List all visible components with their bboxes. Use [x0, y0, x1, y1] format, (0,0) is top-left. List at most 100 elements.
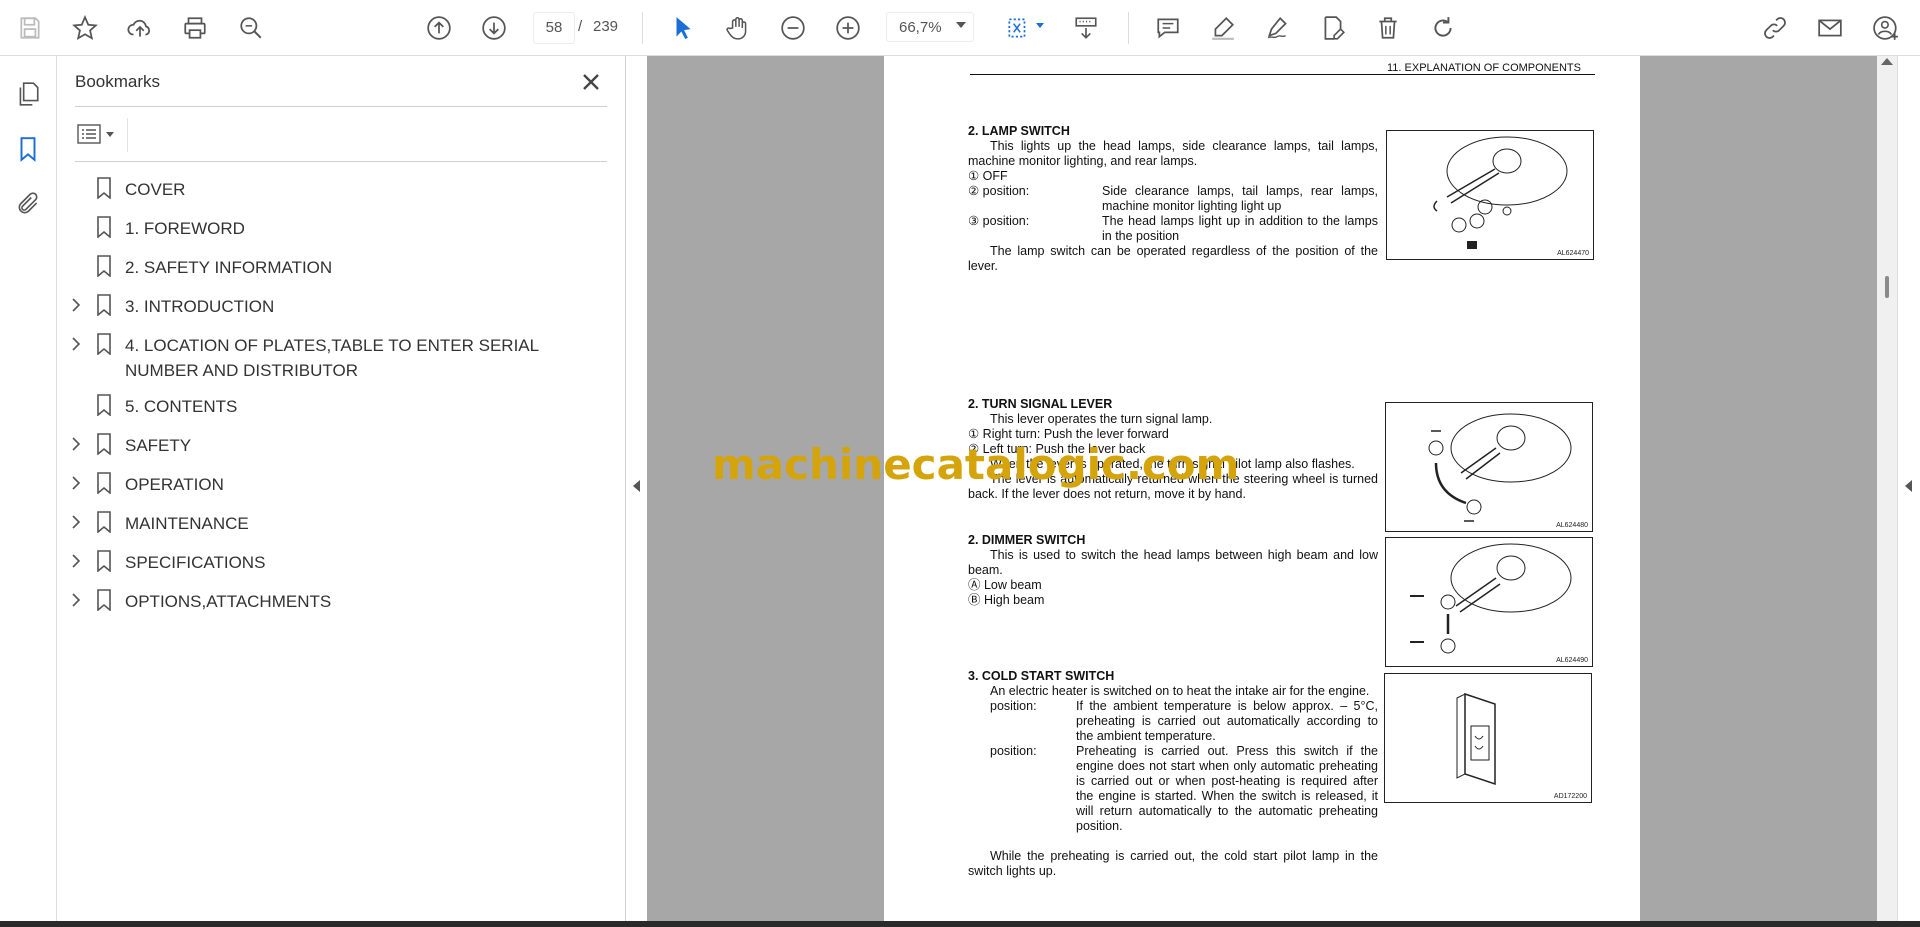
- collapse-left-panel-icon[interactable]: [633, 480, 640, 492]
- bookmark-icon: [95, 333, 113, 356]
- bookmark-options-button[interactable]: [77, 120, 123, 148]
- email-icon[interactable]: [1812, 10, 1848, 46]
- zoom-search-icon[interactable]: [233, 10, 269, 46]
- chevron-right-icon[interactable]: [69, 513, 83, 531]
- toolbar: 58 / 239 66,7%: [0, 0, 1920, 56]
- fit-page-icon[interactable]: [1000, 10, 1036, 46]
- figure-code: AL624480: [1556, 522, 1588, 529]
- toolbar-divider: [1128, 12, 1129, 44]
- chevron-down-icon[interactable]: [956, 22, 966, 28]
- figure-code: AL624490: [1556, 657, 1588, 664]
- divider: [127, 118, 128, 152]
- list-item-text: Preheating is carried out. Press this sw…: [1076, 744, 1378, 833]
- bookmark-icon: [95, 255, 113, 278]
- edit-pdf-icon[interactable]: [1315, 10, 1351, 46]
- share-link-icon[interactable]: [1757, 10, 1793, 46]
- bookmark-label: SAFETY: [125, 436, 192, 455]
- bookmark-icon: [95, 511, 113, 534]
- section-heading: 3. COLD START SWITCH: [968, 669, 1115, 683]
- bookmark-label: OPTIONS,ATTACHMENTS: [125, 592, 332, 611]
- scroll-up-icon[interactable]: [1881, 58, 1893, 65]
- scrollbar-thumb[interactable]: [1885, 276, 1889, 298]
- bookmarks-panel: Bookmarks COVER 1. FOREWORD 2. SAFETY INFO…: [57, 56, 626, 921]
- header-rule: [970, 74, 1595, 75]
- bookmark-icon: [95, 550, 113, 573]
- print-icon[interactable]: [177, 10, 213, 46]
- bookmark-label: 2. SAFETY INFORMATION: [125, 258, 333, 277]
- zoom-in-icon[interactable]: [830, 10, 866, 46]
- bookmark-icon: [95, 177, 113, 200]
- comment-icon[interactable]: [1150, 10, 1186, 46]
- bookmark-label: MAINTENANCE: [125, 514, 249, 533]
- chevron-right-icon[interactable]: [69, 435, 83, 453]
- close-icon[interactable]: [577, 68, 605, 96]
- bookmark-label: 4. LOCATION OF PLATES,TABLE TO ENTER SER…: [125, 336, 539, 380]
- bottom-bar: [0, 921, 1920, 927]
- page-separator: /: [578, 18, 583, 35]
- list-options-icon: [77, 124, 101, 144]
- zoom-out-icon[interactable]: [775, 10, 811, 46]
- left-navigation-rail: [0, 56, 57, 921]
- next-page-icon[interactable]: [476, 10, 512, 46]
- bookmark-icon: [95, 394, 113, 417]
- star-icon[interactable]: [67, 10, 103, 46]
- list-item-text: The head lamps light up in addition to t…: [1102, 214, 1378, 243]
- pages-thumbnail-icon[interactable]: [12, 78, 44, 110]
- cloud-upload-icon[interactable]: [122, 10, 158, 46]
- bookmark-icon: [95, 589, 113, 612]
- figure-code: AL624470: [1557, 250, 1589, 257]
- dimmer-switch-section: 2. DIMMER SWITCH This is used to switch …: [968, 533, 1378, 608]
- rotate-icon[interactable]: [1425, 10, 1461, 46]
- paragraph: The lamp switch can be operated regardle…: [968, 244, 1378, 273]
- chevron-right-icon[interactable]: [69, 591, 83, 609]
- save-icon[interactable]: [12, 10, 48, 46]
- list-item-label: position:: [990, 699, 1037, 713]
- vertical-scrollbar[interactable]: [1877, 56, 1897, 921]
- previous-page-icon[interactable]: [421, 10, 457, 46]
- cold-start-figure: AD172200: [1384, 673, 1592, 803]
- bookmark-label: COVER: [125, 180, 186, 199]
- list-item-label: position:: [990, 744, 1037, 758]
- fit-chevron-icon[interactable]: [1036, 23, 1044, 28]
- chevron-right-icon[interactable]: [69, 296, 83, 314]
- highlight-pen-icon[interactable]: [1205, 10, 1241, 46]
- attachment-icon[interactable]: [12, 188, 44, 220]
- scroll-mode-icon[interactable]: [1068, 10, 1104, 46]
- bookmark-icon: [95, 294, 113, 317]
- paragraph: While the preheating is carried out, the…: [968, 849, 1378, 878]
- expand-right-panel-icon[interactable]: [1905, 480, 1912, 492]
- list-item-text: Side clearance lamps, tail lamps, rear l…: [1102, 184, 1378, 213]
- lamp-switch-section: 2. LAMP SWITCH This lights up the head l…: [968, 124, 1378, 274]
- bookmark-label: 3. INTRODUCTION: [125, 297, 275, 316]
- bookmark-panel-icon[interactable]: [12, 133, 44, 165]
- turn-signal-figure: AL624480: [1385, 402, 1593, 532]
- chevron-right-icon[interactable]: [69, 474, 83, 492]
- bookmark-label: 5. CONTENTS: [125, 397, 238, 416]
- chevron-right-icon[interactable]: [69, 552, 83, 570]
- watermark: machinecatalogic.com: [712, 440, 1240, 489]
- paragraph: This lever operates the turn signal lamp…: [990, 412, 1213, 426]
- bookmark-icon: [95, 216, 113, 239]
- dimmer-switch-figure: AL624490: [1385, 537, 1593, 667]
- chevron-right-icon[interactable]: [69, 335, 83, 353]
- section-heading: 2. TURN SIGNAL LEVER: [968, 397, 1113, 411]
- page-number-input[interactable]: 58: [533, 12, 575, 44]
- add-user-icon[interactable]: [1868, 10, 1904, 46]
- bookmarks-title: Bookmarks: [75, 72, 161, 91]
- page-total: 239: [593, 18, 619, 35]
- list-item-text: If the ambient temperature is below appr…: [1076, 699, 1378, 743]
- list-item-label: ② position:: [968, 184, 1030, 198]
- bookmark-label: 1. FOREWORD: [125, 219, 245, 238]
- cold-start-section: 3. COLD START SWITCH An electric heater …: [968, 669, 1378, 879]
- select-cursor-icon[interactable]: [665, 10, 701, 46]
- hand-tool-icon[interactable]: [720, 10, 756, 46]
- bookmark-label: OPERATION: [125, 475, 224, 494]
- bookmark-label: SPECIFICATIONS: [125, 553, 266, 572]
- list-item: Ⓐ Low beam: [968, 578, 1042, 592]
- paragraph: An electric heater is switched on to hea…: [990, 684, 1370, 698]
- delete-icon[interactable]: [1370, 10, 1406, 46]
- chevron-down-icon[interactable]: [106, 131, 114, 137]
- toolbar-divider: [642, 12, 643, 44]
- list-item-label: ③ position:: [968, 214, 1030, 228]
- sign-icon[interactable]: [1260, 10, 1296, 46]
